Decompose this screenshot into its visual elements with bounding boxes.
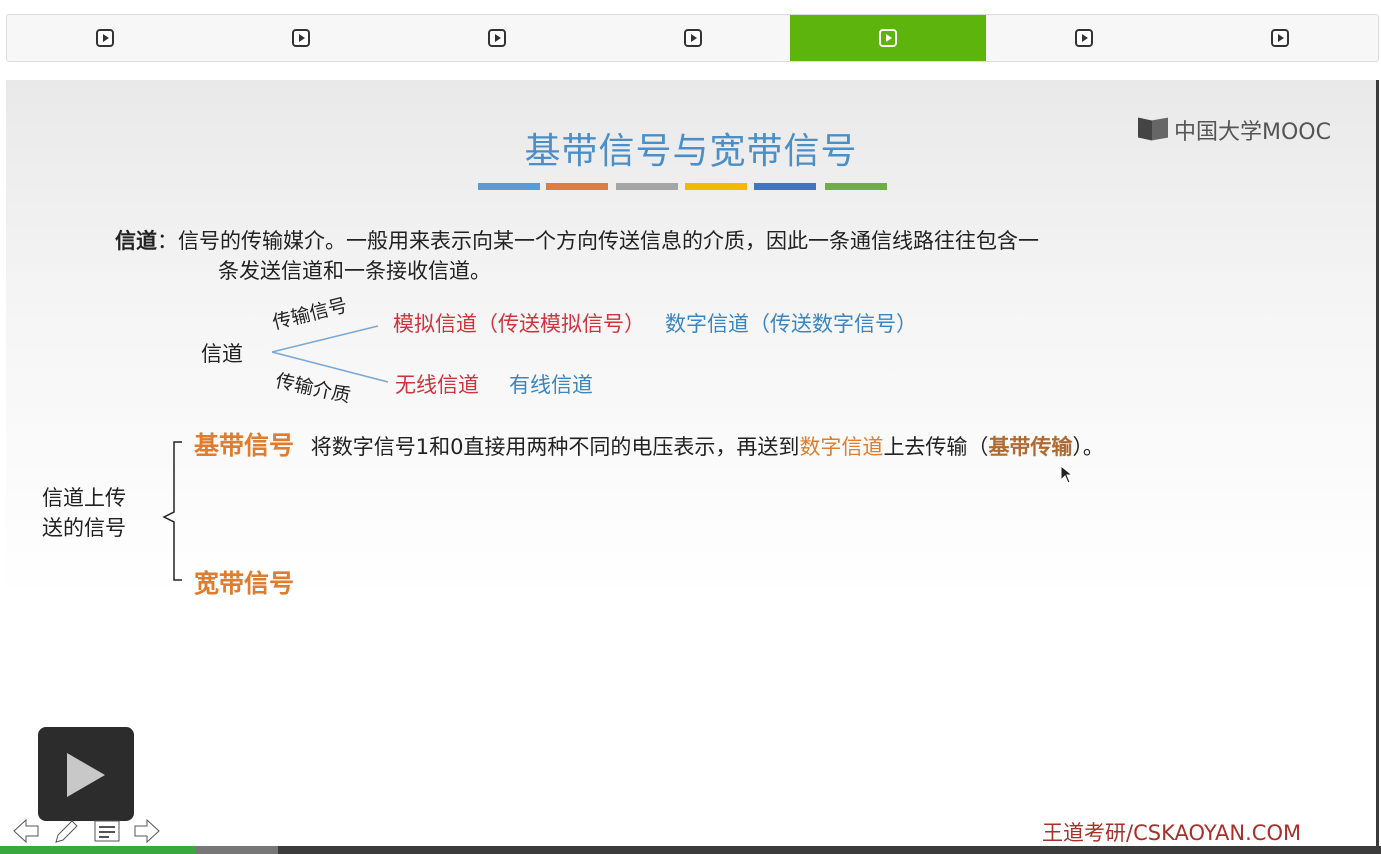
baseband-row: 基带信号 将数字信号1和0直接用两种不同的电压表示，再送到数字信道上去传输（基带… <box>194 426 1104 462</box>
progress-played <box>0 846 197 854</box>
wireless-channel: 无线信道 <box>395 373 479 397</box>
baseband-desc-1: 将数字信号1和0直接用两种不同的电压表示，再送到 <box>310 435 800 459</box>
pen-icon[interactable] <box>52 818 80 844</box>
channel-tree-lines <box>162 325 389 581</box>
broadband-label: 宽带信号 <box>194 569 295 598</box>
baseband-desc-2: 上去传输（ <box>883 435 989 459</box>
baseband-desc-3: ）。 <box>1072 435 1104 459</box>
baseband-desc-digital: 数字信道 <box>799 435 884 459</box>
signal-group-bracket <box>162 441 182 581</box>
arrow-right-icon[interactable] <box>133 818 161 844</box>
wired-channel: 有线信道 <box>509 373 593 397</box>
segment-tab-2[interactable] <box>203 15 399 61</box>
baseband-desc-term: 基带传输 <box>988 435 1073 459</box>
digital-channel: 数字信道（传送数字信号） <box>665 312 917 336</box>
signal-group-label-1: 信道上传 <box>42 486 126 510</box>
segment-tab-6[interactable] <box>986 15 1182 61</box>
arrow-left-icon[interactable] <box>12 818 40 844</box>
play-triangle-icon <box>67 753 105 797</box>
footer-watermark: 王道考研/CSKAOYAN.COM <box>1042 821 1302 845</box>
segment-tab-4[interactable] <box>595 15 791 61</box>
analog-channel: 模拟信道（传送模拟信号） <box>393 312 645 336</box>
play-icon <box>1075 29 1094 47</box>
segment-tab-1[interactable] <box>7 15 203 61</box>
play-icon <box>683 29 702 47</box>
play-icon <box>1271 29 1290 47</box>
segment-tab-bar <box>6 14 1379 62</box>
play-icon <box>487 29 506 47</box>
mouse-cursor-icon <box>1060 465 1074 484</box>
play-icon <box>879 29 898 47</box>
segment-tab-5-active[interactable] <box>790 15 987 61</box>
tree-root: 信道 <box>201 342 243 366</box>
slide-right-border <box>1376 80 1379 848</box>
play-icon <box>291 29 310 47</box>
segment-tab-3[interactable] <box>399 15 595 61</box>
notes-icon[interactable] <box>93 818 121 844</box>
play-icon <box>95 29 114 47</box>
video-progress-bar[interactable] <box>0 846 1381 854</box>
segment-tab-7[interactable] <box>1182 15 1378 61</box>
play-button[interactable] <box>38 727 134 821</box>
baseband-label: 基带信号 <box>194 431 295 460</box>
signal-group-label-2: 送的信号 <box>42 516 126 540</box>
video-slide[interactable]: 基带信号与宽带信号 中国大学MOOC 信道：信号的传输媒介。一般用来表示向某一个… <box>6 80 1376 845</box>
